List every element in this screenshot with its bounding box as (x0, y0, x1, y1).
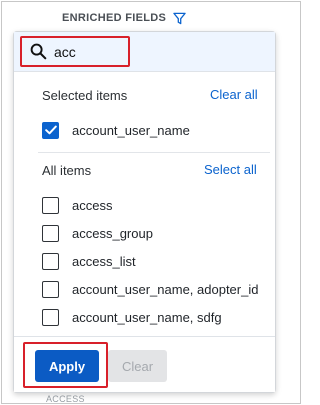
panel-frame: ENRICHED FIELDS ACCESS Selected items Cl… (1, 1, 301, 404)
checkmark-icon (44, 125, 57, 135)
filter-dropdown: Selected items Clear all account_user_na… (13, 31, 276, 393)
list-item[interactable]: account_user_name, sdfg (42, 307, 222, 327)
column-header: ENRICHED FIELDS (2, 2, 302, 34)
checkbox-unchecked[interactable] (42, 252, 59, 270)
selected-items-title: Selected items (42, 88, 128, 103)
filter-icon[interactable] (173, 12, 186, 25)
search-bar (14, 32, 275, 72)
clear-all-button[interactable]: Clear all (210, 87, 258, 102)
list-item[interactable]: access (42, 195, 112, 215)
list-item-label: access_group (72, 225, 153, 241)
search-highlight-box (20, 36, 130, 67)
checkbox-unchecked[interactable] (42, 308, 59, 326)
checkbox-unchecked[interactable] (42, 196, 59, 214)
list-item-label: access_list (72, 253, 136, 269)
checkbox-unchecked[interactable] (42, 224, 59, 242)
list-item-label: account_user_name, sdfg (72, 309, 222, 325)
all-items-title: All items (42, 163, 92, 178)
list-item[interactable]: access_list (42, 251, 136, 271)
section-divider (38, 152, 270, 153)
list-item[interactable]: access_group (42, 223, 153, 243)
select-all-button[interactable]: Select all (204, 162, 257, 177)
clear-button[interactable]: Clear (108, 350, 167, 382)
list-item-label: access (72, 197, 113, 213)
checkbox-unchecked[interactable] (42, 280, 59, 298)
background-row-text: ACCESS (46, 394, 85, 404)
list-item-label: account_user_name, adopter_id (72, 281, 259, 297)
list-item[interactable]: account_user_name, adopter_id (42, 279, 258, 299)
list-item-label: account_user_name (72, 122, 190, 138)
list-item[interactable]: account_user_name (42, 120, 190, 140)
column-header-title: ENRICHED FIELDS (62, 12, 167, 24)
apply-button[interactable]: Apply (35, 350, 99, 382)
checkbox-checked[interactable] (42, 121, 59, 139)
